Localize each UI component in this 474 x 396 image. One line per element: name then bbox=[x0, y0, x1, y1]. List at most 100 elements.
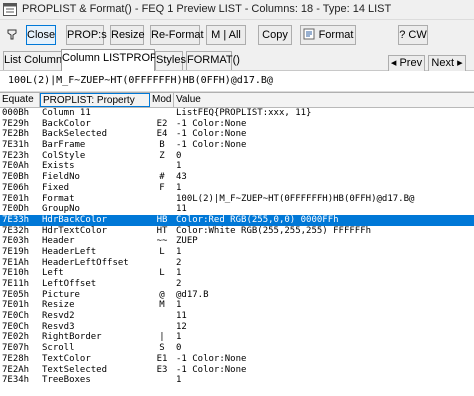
table-row[interactable]: 7E03h Header ~~ ZUEP bbox=[0, 236, 474, 247]
equate-cell: 7E05h bbox=[2, 289, 30, 300]
equate-cell: 7E23h bbox=[2, 150, 30, 161]
value-cell: 1 bbox=[176, 246, 182, 257]
mod-cell: # bbox=[159, 172, 165, 183]
equate-cell: 7E29h bbox=[2, 118, 30, 129]
equate-cell: 7E31h bbox=[2, 140, 30, 151]
table-row[interactable]: 7E05h Picture @ @d17.B bbox=[0, 290, 474, 301]
next-button[interactable]: Next ▸ bbox=[428, 55, 466, 72]
table-row[interactable]: 7E02h RightBorder | 1 bbox=[0, 332, 474, 343]
property-cell: TextSelected bbox=[42, 364, 108, 375]
mod-cell: S bbox=[159, 343, 165, 354]
table-row[interactable]: 7E34h TreeBoxes 1 bbox=[0, 375, 474, 386]
property-cell: Exists bbox=[42, 161, 75, 172]
table-row[interactable]: 7E01h Resize M 1 bbox=[0, 300, 474, 311]
table-row[interactable]: 7E2Bh BackSelected E4 -1 Color:None bbox=[0, 129, 474, 140]
value-cell: 11 bbox=[176, 204, 187, 215]
header-property[interactable]: PROPLIST: Property bbox=[40, 93, 150, 107]
copy-button[interactable]: Copy bbox=[258, 25, 292, 45]
props-button[interactable]: PROP:s bbox=[66, 25, 107, 45]
property-grid[interactable]: Equate PROPLIST: Property Mod Value 000B… bbox=[0, 92, 474, 396]
table-row[interactable]: 7E06h Fixed F 1 bbox=[0, 183, 474, 194]
table-row[interactable]: 7E19h HeaderLeft L 1 bbox=[0, 247, 474, 258]
mall-button[interactable]: M | All bbox=[206, 25, 246, 45]
equate-cell: 7E2Bh bbox=[2, 129, 30, 140]
value-cell: 1 bbox=[176, 375, 182, 386]
equate-cell: 7E10h bbox=[2, 268, 30, 279]
table-row[interactable]: 7E0Bh FieldNo #43 bbox=[0, 172, 474, 183]
mod-cell: B bbox=[159, 140, 165, 151]
table-row[interactable]: 7E32h HdrTextColor HT Color:White RGB(255,2… bbox=[0, 226, 474, 237]
property-cell: TreeBoxes bbox=[42, 375, 91, 386]
equate-cell: 7E1Ah bbox=[2, 257, 30, 268]
equate-cell: 7E0Dh bbox=[2, 204, 30, 215]
mod-cell bbox=[152, 161, 172, 172]
equate-cell: 7E0Bh bbox=[2, 172, 30, 183]
value-cell: Color:White RGB(255,255,255) FFFFFFh bbox=[176, 225, 372, 236]
mod-cell: @ bbox=[159, 289, 165, 300]
prev-button[interactable]: ◂ Prev bbox=[388, 55, 425, 72]
mod-cell: E3 bbox=[156, 364, 168, 375]
table-row[interactable]: 7E2Ah TextSelected E3 -1 Color:None bbox=[0, 365, 474, 376]
format-icon bbox=[303, 28, 315, 40]
table-row[interactable]: 7E31h BarFrame B -1 Color:None bbox=[0, 140, 474, 151]
header-mod[interactable]: Mod bbox=[150, 93, 174, 107]
value-cell: @d17.B bbox=[176, 289, 209, 300]
table-row[interactable]: 7E1Ah HeaderLeftOffset 2 bbox=[0, 258, 474, 269]
value-cell: 1 bbox=[176, 300, 182, 311]
property-cell: GroupNo bbox=[42, 204, 80, 215]
table-row[interactable]: 000Bh Column 11 ListFEQ{PROPLIST:xxx, 11} bbox=[0, 108, 474, 119]
table-row[interactable]: 7E11h LeftOffset 2 bbox=[0, 279, 474, 290]
equate-cell: 7E0Ah bbox=[2, 161, 30, 172]
table-row[interactable]: 7E0Ah Exists 1 bbox=[0, 161, 474, 172]
table-row[interactable]: 7E29h BackColor E2 -1 Color:None bbox=[0, 119, 474, 130]
tab-list-columns[interactable]: List Columns bbox=[3, 51, 68, 70]
mod-cell bbox=[152, 322, 172, 333]
table-row[interactable]: 7E0Dh GroupNo 11 bbox=[0, 204, 474, 215]
mod-cell bbox=[152, 375, 172, 386]
next-button-label: Next bbox=[431, 57, 455, 69]
tab-column-listprop[interactable]: Column LISTPROP bbox=[61, 49, 157, 71]
property-cell: Format bbox=[42, 193, 75, 204]
pin-icon[interactable] bbox=[6, 28, 18, 40]
table-row[interactable]: 7E33h HdrBackColor HB Color:Red RGB(255,0,0… bbox=[0, 214, 474, 226]
format-button-label: Format bbox=[318, 29, 354, 41]
table-row[interactable]: 7E28h TextColor E1 -1 Color:None bbox=[0, 354, 474, 365]
equate-cell: 7E01h bbox=[2, 300, 30, 311]
equate-cell: 7E07h bbox=[2, 343, 30, 354]
mod-cell bbox=[152, 108, 172, 119]
title-bar: PROPLIST & Format() - FEQ 1 Preview LIST… bbox=[0, 0, 474, 20]
table-row[interactable]: 7E10h Left L 1 bbox=[0, 268, 474, 279]
value-cell: -1 Color:None bbox=[176, 140, 247, 151]
mod-cell: L bbox=[159, 268, 165, 279]
tab-styles[interactable]: Styles bbox=[155, 51, 186, 70]
table-row[interactable]: 7E0Ch Resvd2 11 bbox=[0, 311, 474, 322]
property-cell: RightBorder bbox=[42, 332, 102, 343]
reformat-button[interactable]: Re-Format bbox=[150, 25, 204, 45]
tab-format[interactable]: FORMAT() bbox=[186, 51, 240, 70]
value-cell: Color:Red RGB(255,0,0) 0000FFh bbox=[176, 214, 339, 225]
close-button[interactable]: Close bbox=[26, 25, 56, 45]
table-row[interactable]: 7E23h ColStyle Z 0 bbox=[0, 151, 474, 162]
property-cell: LeftOffset bbox=[42, 279, 97, 289]
property-cell: ColStyle bbox=[42, 150, 86, 161]
help-cw-button[interactable]: ? CW bbox=[398, 25, 428, 45]
toolbar: Close PROP:s Resize Re-Format M | All Co… bbox=[0, 20, 474, 49]
table-row[interactable]: 7E01h Format 100L(2)|M_F~ZUEP~HT(0FFFFFFH)… bbox=[0, 194, 474, 205]
mod-cell bbox=[152, 258, 172, 269]
property-cell: Resvd3 bbox=[42, 321, 75, 332]
resize-button[interactable]: Resize bbox=[110, 25, 145, 45]
header-value[interactable]: Value bbox=[174, 93, 474, 107]
mod-cell: F bbox=[159, 182, 165, 193]
equate-cell: 7E06h bbox=[2, 182, 30, 193]
property-cell: Column 11 bbox=[42, 108, 91, 118]
property-cell: Picture bbox=[42, 289, 80, 300]
mod-cell: M bbox=[159, 300, 165, 311]
format-button[interactable]: Format bbox=[300, 25, 356, 45]
table-row[interactable]: 7E0Ch Resvd3 12 bbox=[0, 322, 474, 333]
mod-cell bbox=[152, 311, 172, 322]
value-cell: 12 bbox=[176, 321, 187, 332]
grid-header: Equate PROPLIST: Property Mod Value bbox=[0, 93, 474, 108]
header-equate[interactable]: Equate bbox=[0, 93, 40, 107]
property-cell: Left bbox=[42, 268, 64, 279]
table-row[interactable]: 7E07h Scroll S 0 bbox=[0, 343, 474, 354]
